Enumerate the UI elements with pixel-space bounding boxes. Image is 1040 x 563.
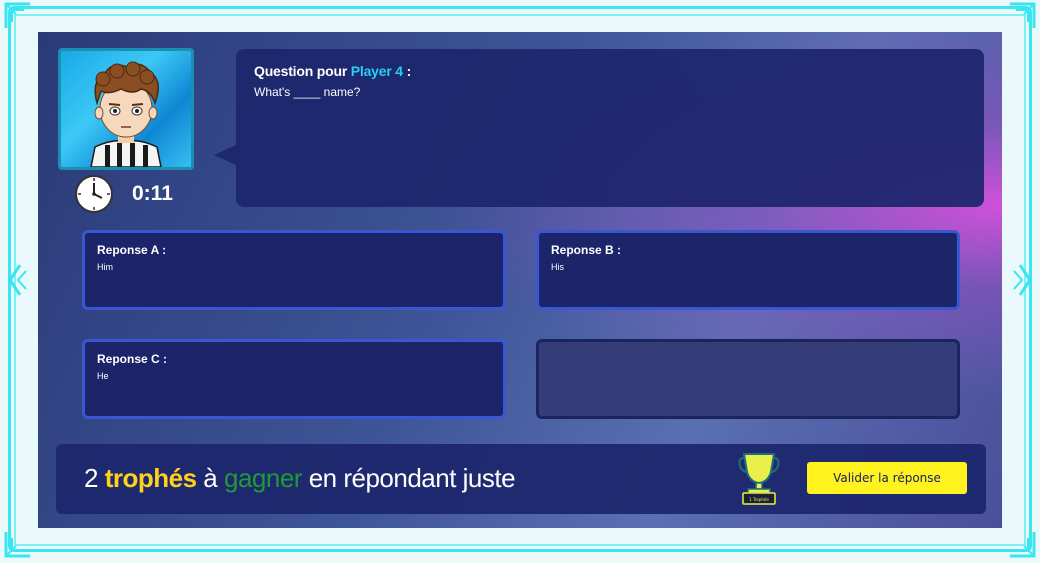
timer-value: 0:11	[132, 182, 173, 205]
answer-text: His	[551, 262, 564, 272]
question-title: Question pour Player 4 :	[254, 63, 966, 79]
reward-count: 2	[84, 463, 98, 493]
reward-a: à	[203, 463, 218, 493]
answer-option-a[interactable]: Reponse A : Him	[82, 230, 506, 310]
answer-option-c[interactable]: Reponse C : He	[82, 339, 506, 419]
clock-icon	[75, 175, 113, 213]
answer-label: Reponse A :	[97, 243, 167, 257]
question-bubble: Question pour Player 4 : What's ____ nam…	[214, 49, 984, 207]
countdown-timer: 0:11	[74, 174, 173, 214]
question-player-name: Player 4	[350, 63, 403, 79]
reward-bar: 2 trophés à gagner en répondant juste 1 …	[56, 444, 986, 514]
answer-option-b[interactable]: Reponse B : His	[536, 230, 960, 310]
reward-text: 2 trophés à gagner en répondant juste	[84, 463, 516, 494]
corner-ornament-icon	[1008, 530, 1036, 558]
reward-rest: en répondant juste	[308, 463, 516, 493]
corner-ornament-icon	[1008, 2, 1036, 30]
side-chevron-icon	[6, 263, 28, 297]
trophy-icon: 1 Trophée	[738, 453, 780, 505]
reward-trophies-word: trophés	[104, 463, 197, 493]
question-text: What's ____ name?	[254, 85, 361, 99]
answer-text: Him	[97, 262, 113, 272]
corner-ornament-icon	[4, 2, 32, 30]
corner-ornament-icon	[4, 530, 32, 558]
game-panel: 0:11 Question pour Player 4 : What's ___…	[38, 32, 1002, 528]
answer-text: He	[97, 371, 109, 381]
answer-option-empty	[536, 339, 960, 419]
answer-label: Reponse B :	[551, 243, 622, 257]
question-suffix: :	[406, 63, 412, 79]
answer-label: Reponse C :	[97, 352, 168, 366]
avatar-icon	[90, 61, 162, 167]
side-chevron-icon	[1012, 263, 1034, 297]
validate-answer-button[interactable]: Valider la réponse	[807, 462, 967, 494]
player-avatar	[58, 48, 194, 170]
question-prefix: Question pour	[254, 63, 348, 79]
reward-gain-word: gagner	[223, 463, 302, 493]
trophy-plate-label: 1 Trophée	[749, 497, 769, 502]
